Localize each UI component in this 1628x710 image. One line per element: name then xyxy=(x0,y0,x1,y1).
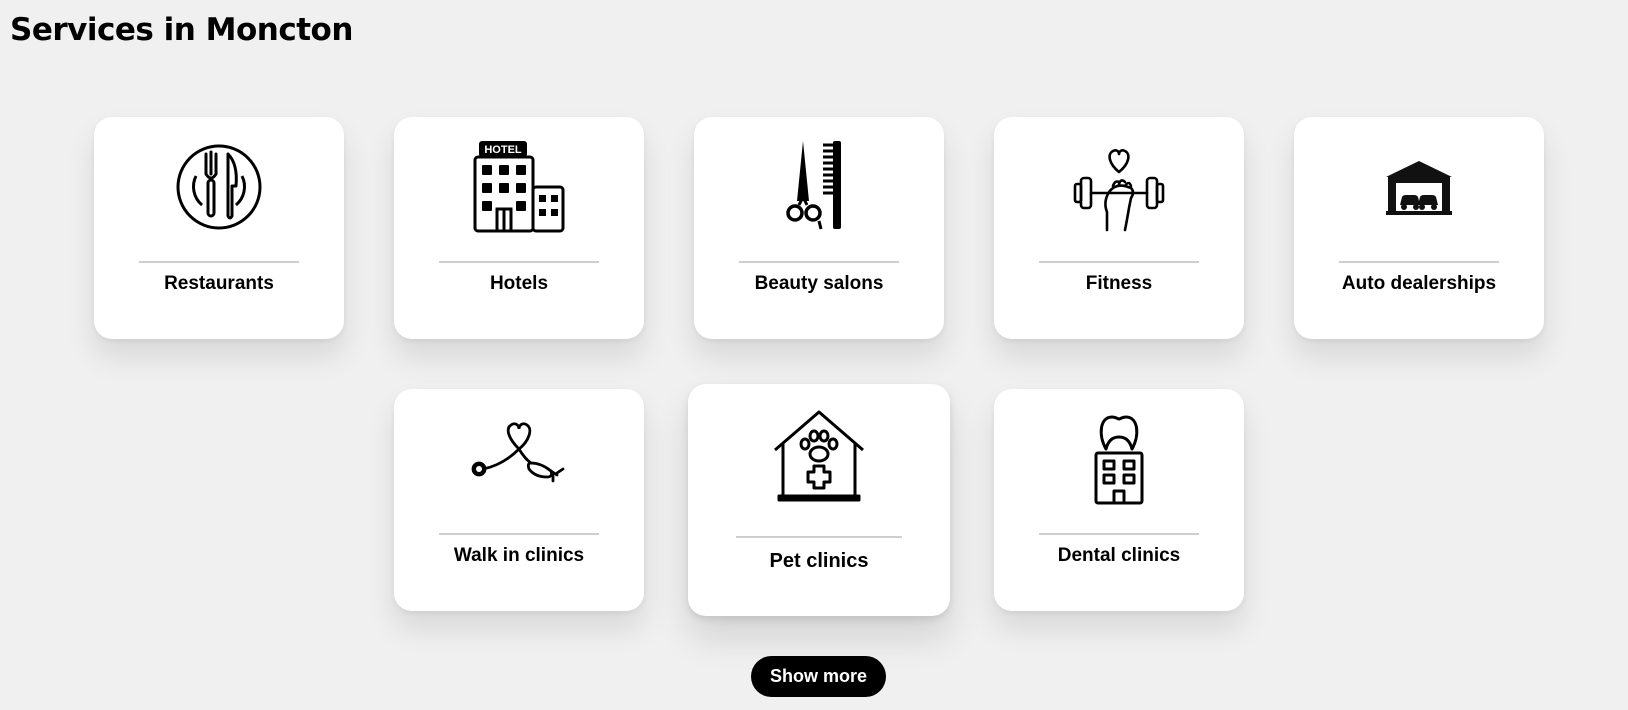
card-divider xyxy=(439,261,599,263)
card-divider xyxy=(139,261,299,263)
card-divider xyxy=(1339,261,1499,263)
service-card-auto-dealerships[interactable]: Auto dealerships xyxy=(1294,117,1544,339)
service-card-walk-in-clinics[interactable]: Walk in clinics xyxy=(394,389,644,611)
card-divider xyxy=(739,261,899,263)
service-label: Hotels xyxy=(489,273,549,294)
service-label: Dental clinics xyxy=(1057,545,1181,566)
service-card-pet-clinics[interactable]: Pet clinics xyxy=(688,384,950,616)
card-divider xyxy=(736,536,902,538)
card-divider xyxy=(439,533,599,535)
service-label: Restaurants xyxy=(164,273,274,294)
car-garage-icon xyxy=(1369,139,1469,235)
show-more-button[interactable]: Show more xyxy=(751,656,886,697)
pet-clinic-house-icon xyxy=(769,408,869,504)
service-card-beauty-salons[interactable]: Beauty salons xyxy=(694,117,944,339)
service-card-dental-clinics[interactable]: Dental clinics xyxy=(994,389,1244,611)
service-card-fitness[interactable]: Fitness xyxy=(994,117,1244,339)
hotel-building-icon: HOTEL xyxy=(469,139,569,235)
dental-building-icon xyxy=(1069,411,1169,507)
card-divider xyxy=(1039,261,1199,263)
service-label: Beauty salons xyxy=(754,273,884,294)
plate-cutlery-icon xyxy=(169,139,269,235)
service-card-restaurants[interactable]: Restaurants xyxy=(94,117,344,339)
dumbbell-heart-icon xyxy=(1069,139,1169,235)
service-label: Auto dealerships xyxy=(1341,273,1497,294)
card-divider xyxy=(1039,533,1199,535)
service-label: Pet clinics xyxy=(769,550,869,572)
stethoscope-icon xyxy=(469,411,569,507)
service-card-hotels[interactable]: HOTEL Hotels xyxy=(394,117,644,339)
hotel-sign-text: HOTEL xyxy=(484,144,522,156)
page-title: Services in Moncton xyxy=(10,12,353,48)
scissors-comb-icon xyxy=(769,139,869,235)
service-label: Walk in clinics xyxy=(453,545,585,566)
service-label: Fitness xyxy=(1085,273,1153,294)
